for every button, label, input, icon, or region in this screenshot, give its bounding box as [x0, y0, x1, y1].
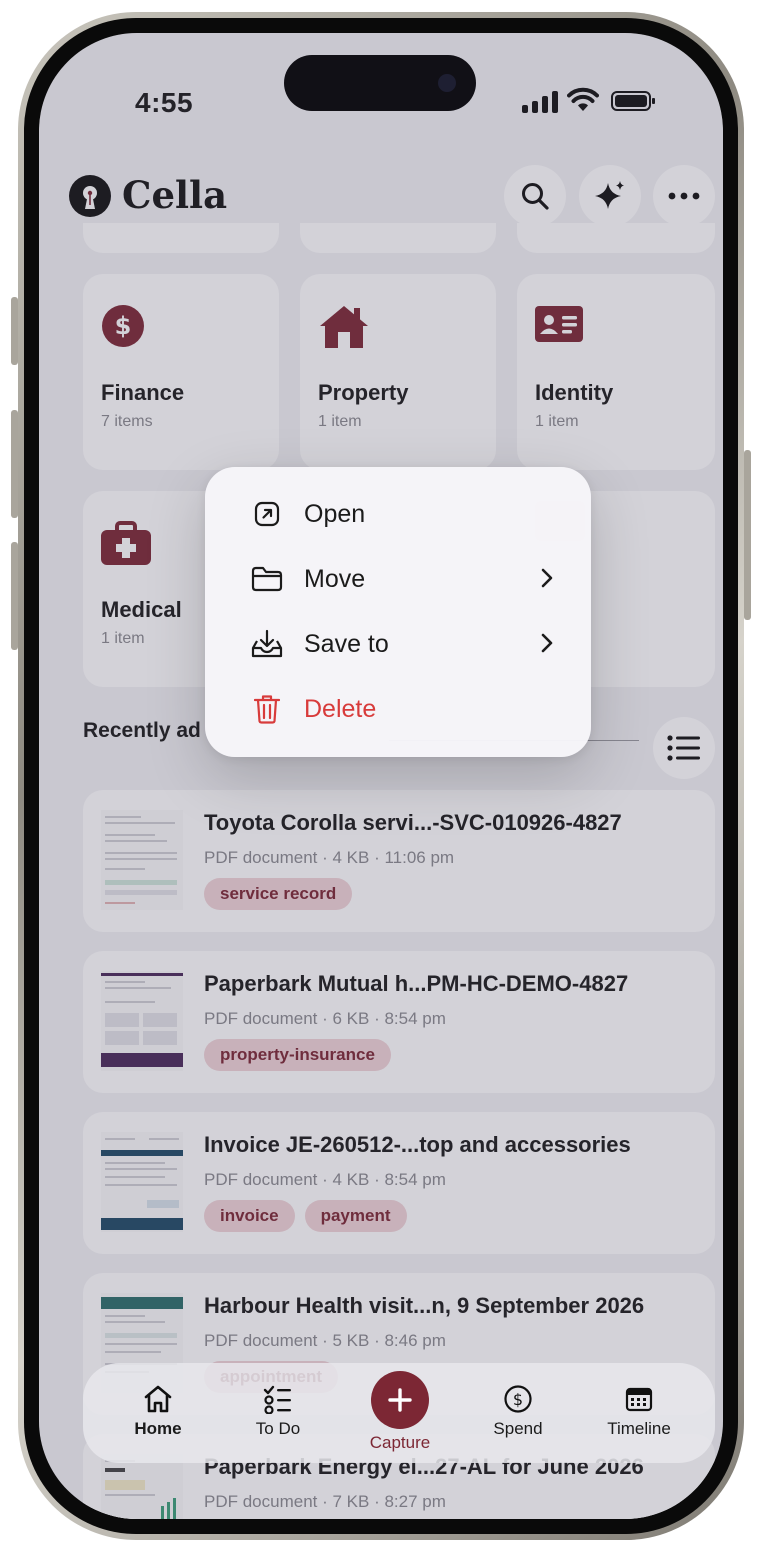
menu-item-move[interactable]: Move	[205, 548, 591, 608]
volume-up-button	[11, 410, 18, 518]
tab-todo-label: To Do	[255, 1419, 301, 1438]
capture-button[interactable]	[371, 1371, 429, 1429]
menu-item-open[interactable]: Open	[205, 483, 591, 543]
menu-item-delete[interactable]: Delete	[205, 678, 591, 738]
volume-down-button	[11, 542, 18, 650]
tab-home-label: Home	[134, 1419, 182, 1438]
context-menu: Open Move Save to Delete	[205, 467, 591, 757]
tab-todo[interactable]: To Do	[223, 1383, 333, 1439]
menu-item-label: Delete	[304, 695, 377, 723]
folder-icon	[251, 563, 283, 595]
menu-item-label: Save to	[304, 630, 389, 658]
plus-icon	[388, 1388, 412, 1412]
tab-spend[interactable]: $ Spend	[463, 1383, 573, 1439]
tab-timeline-label: Timeline	[607, 1419, 671, 1438]
tab-timeline[interactable]: Timeline	[584, 1383, 694, 1439]
tray-download-icon	[251, 628, 283, 660]
menu-item-label: Open	[304, 500, 366, 528]
chevron-right-icon	[541, 633, 553, 653]
chevron-right-icon	[541, 568, 553, 588]
menu-item-label: Move	[304, 565, 366, 593]
screen: 4:55 Cella $ Finance 7 items Property 1 …	[39, 33, 723, 1519]
phone-frame: 4:55 Cella $ Finance 7 items Property 1 …	[11, 12, 751, 1540]
home-icon	[144, 1385, 172, 1413]
calendar-icon	[625, 1387, 653, 1412]
tab-capture-label: Capture	[369, 1433, 431, 1452]
tab-home[interactable]: Home	[103, 1383, 213, 1439]
side-button	[744, 450, 751, 620]
checklist-icon	[263, 1385, 291, 1414]
tab-spend-label: Spend	[493, 1419, 543, 1438]
svg-text:$: $	[513, 1390, 523, 1409]
context-menu-backdrop[interactable]	[39, 33, 723, 1519]
action-button	[11, 297, 18, 365]
open-external-icon	[251, 498, 283, 530]
dollar-circle-icon: $	[504, 1385, 532, 1413]
tab-bar: Home To Do Capture $ Spend Timeline	[83, 1363, 715, 1463]
menu-item-save-to[interactable]: Save to	[205, 613, 591, 673]
trash-icon	[251, 693, 283, 725]
